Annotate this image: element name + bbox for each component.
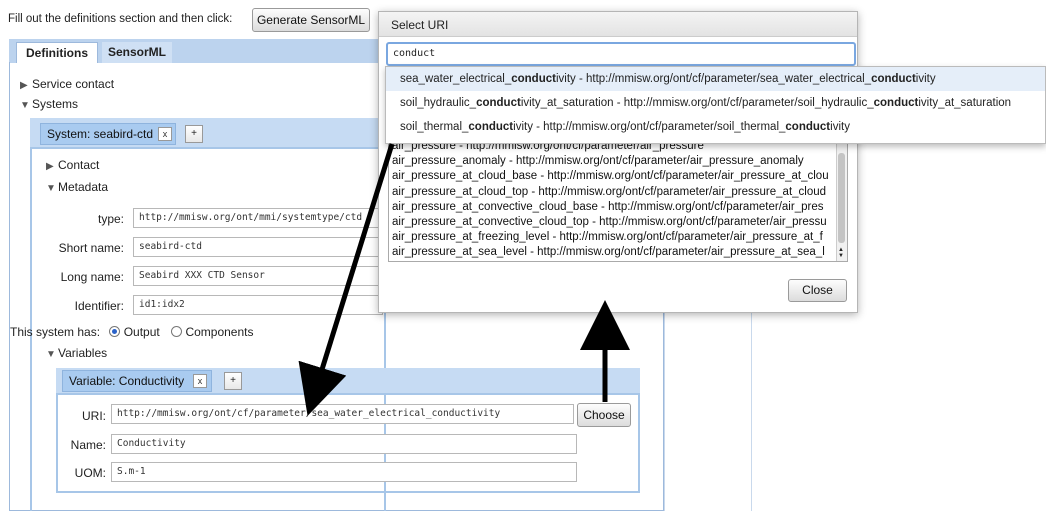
annotation-arrows (298, 143, 630, 416)
arrow-to-uri-field (298, 143, 395, 416)
